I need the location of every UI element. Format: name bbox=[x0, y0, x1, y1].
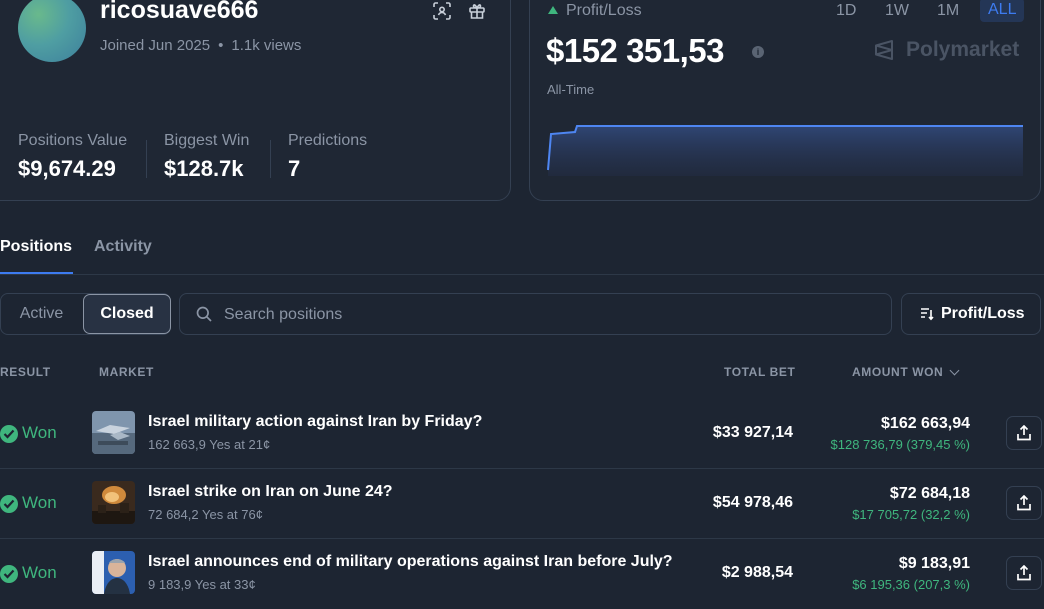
total-bet: $33 927,14 bbox=[712, 424, 793, 441]
share-icon bbox=[1017, 425, 1031, 441]
pnl-period: All-Time bbox=[547, 82, 595, 97]
stat-label-positions-value: Positions Value bbox=[18, 132, 128, 149]
search-icon bbox=[196, 306, 212, 322]
divider bbox=[146, 140, 147, 178]
profit-change: $128 736,79 (379,45 %) bbox=[830, 437, 971, 452]
range-tab-1w[interactable]: 1W bbox=[885, 2, 909, 20]
column-header-total-bet[interactable]: TOTAL BET bbox=[724, 365, 795, 379]
stat-label-predictions: Predictions bbox=[288, 132, 368, 149]
stat-value-predictions: 7 bbox=[288, 156, 301, 181]
tab-activity[interactable]: Activity bbox=[94, 238, 152, 256]
share-icon bbox=[1017, 495, 1031, 511]
column-header-amount-won[interactable]: AMOUNT WON bbox=[852, 365, 960, 379]
joined-date: Joined Jun 2025 bbox=[100, 37, 211, 54]
market-position: 72 684,2 Yes at 76¢ bbox=[148, 507, 263, 522]
market-title[interactable]: Israel announces end of military operati… bbox=[148, 553, 673, 571]
profit-change: $17 705,72 (32,2 %) bbox=[852, 507, 970, 522]
market-position: 9 183,9 Yes at 33¢ bbox=[148, 577, 256, 592]
pnl-chart bbox=[547, 125, 1023, 176]
market-thumbnail[interactable] bbox=[92, 411, 135, 454]
check-circle-icon bbox=[0, 495, 18, 513]
profit-change: $6 195,36 (207,3 %) bbox=[852, 577, 970, 592]
market-thumbnail[interactable] bbox=[92, 551, 135, 594]
range-tab-all[interactable]: ALL bbox=[980, 0, 1025, 22]
market-title[interactable]: Israel strike on Iran on June 24? bbox=[148, 483, 393, 501]
username: ricosuave666 bbox=[100, 0, 259, 24]
market-thumbnail[interactable] bbox=[92, 481, 135, 524]
polymarket-logo-icon bbox=[875, 40, 893, 60]
search-box bbox=[179, 293, 892, 335]
profile-meta: Joined Jun 2025 • 1.1k views bbox=[100, 37, 301, 54]
separator-dot: • bbox=[218, 37, 224, 54]
chevron-down-icon bbox=[949, 365, 960, 376]
tab-positions[interactable]: Positions bbox=[0, 238, 72, 256]
divider bbox=[270, 140, 271, 178]
filter-closed-button[interactable]: Closed bbox=[83, 294, 171, 334]
stat-label-biggest-win: Biggest Win bbox=[164, 132, 250, 149]
result-label: Won bbox=[22, 493, 57, 512]
table-row[interactable]: Won Israel military action against Iran … bbox=[0, 399, 1044, 469]
share-button[interactable] bbox=[1006, 416, 1042, 450]
sort-icon bbox=[921, 308, 934, 321]
scan-profile-icon[interactable] bbox=[433, 2, 451, 20]
total-bet: $2 988,54 bbox=[721, 564, 793, 581]
pnl-label: Profit/Loss bbox=[566, 2, 642, 19]
table-row[interactable]: Won Israel strike on Iran on June 24? 72… bbox=[0, 469, 1044, 539]
gift-icon[interactable] bbox=[468, 2, 486, 20]
sort-button[interactable]: Profit/Loss bbox=[901, 293, 1041, 335]
pnl-area bbox=[548, 126, 1023, 176]
amount-won: $72 684,18 bbox=[889, 485, 970, 502]
trend-up-icon bbox=[548, 6, 558, 14]
info-icon[interactable]: i bbox=[752, 46, 764, 58]
table-row[interactable]: Won Israel announces end of military ope… bbox=[0, 539, 1044, 609]
stat-value-positions-value: $9,674.29 bbox=[18, 156, 116, 181]
pnl-value: $152 351,53 bbox=[546, 32, 725, 69]
range-tab-1d[interactable]: 1D bbox=[836, 2, 856, 20]
stat-value-biggest-win: $128.7k bbox=[164, 156, 244, 181]
check-circle-icon bbox=[0, 425, 18, 443]
filter-active-button[interactable]: Active bbox=[1, 294, 82, 334]
column-header-amount-won-label: AMOUNT WON bbox=[852, 365, 944, 379]
amount-won: $162 663,94 bbox=[881, 415, 970, 432]
market-position: 162 663,9 Yes at 21¢ bbox=[148, 437, 271, 452]
amount-won: $9 183,91 bbox=[898, 555, 970, 572]
column-header-market: MARKET bbox=[99, 365, 154, 379]
check-circle-icon bbox=[0, 565, 18, 583]
share-button[interactable] bbox=[1006, 556, 1042, 590]
column-header-result: RESULT bbox=[0, 365, 51, 379]
share-button[interactable] bbox=[1006, 486, 1042, 520]
result-label: Won bbox=[22, 563, 57, 582]
total-bet: $54 978,46 bbox=[712, 494, 793, 511]
range-tab-1m[interactable]: 1M bbox=[937, 2, 959, 20]
search-input[interactable] bbox=[222, 300, 866, 330]
brand-name: Polymarket bbox=[906, 38, 1020, 61]
status-filter: Active Closed bbox=[0, 293, 171, 335]
market-title[interactable]: Israel military action against Iran by F… bbox=[148, 413, 482, 431]
result-label: Won bbox=[22, 423, 57, 442]
tabs-divider bbox=[0, 274, 1044, 275]
sort-label: Profit/Loss bbox=[941, 305, 1025, 322]
view-count: 1.1k views bbox=[231, 37, 302, 54]
share-icon bbox=[1017, 565, 1031, 581]
